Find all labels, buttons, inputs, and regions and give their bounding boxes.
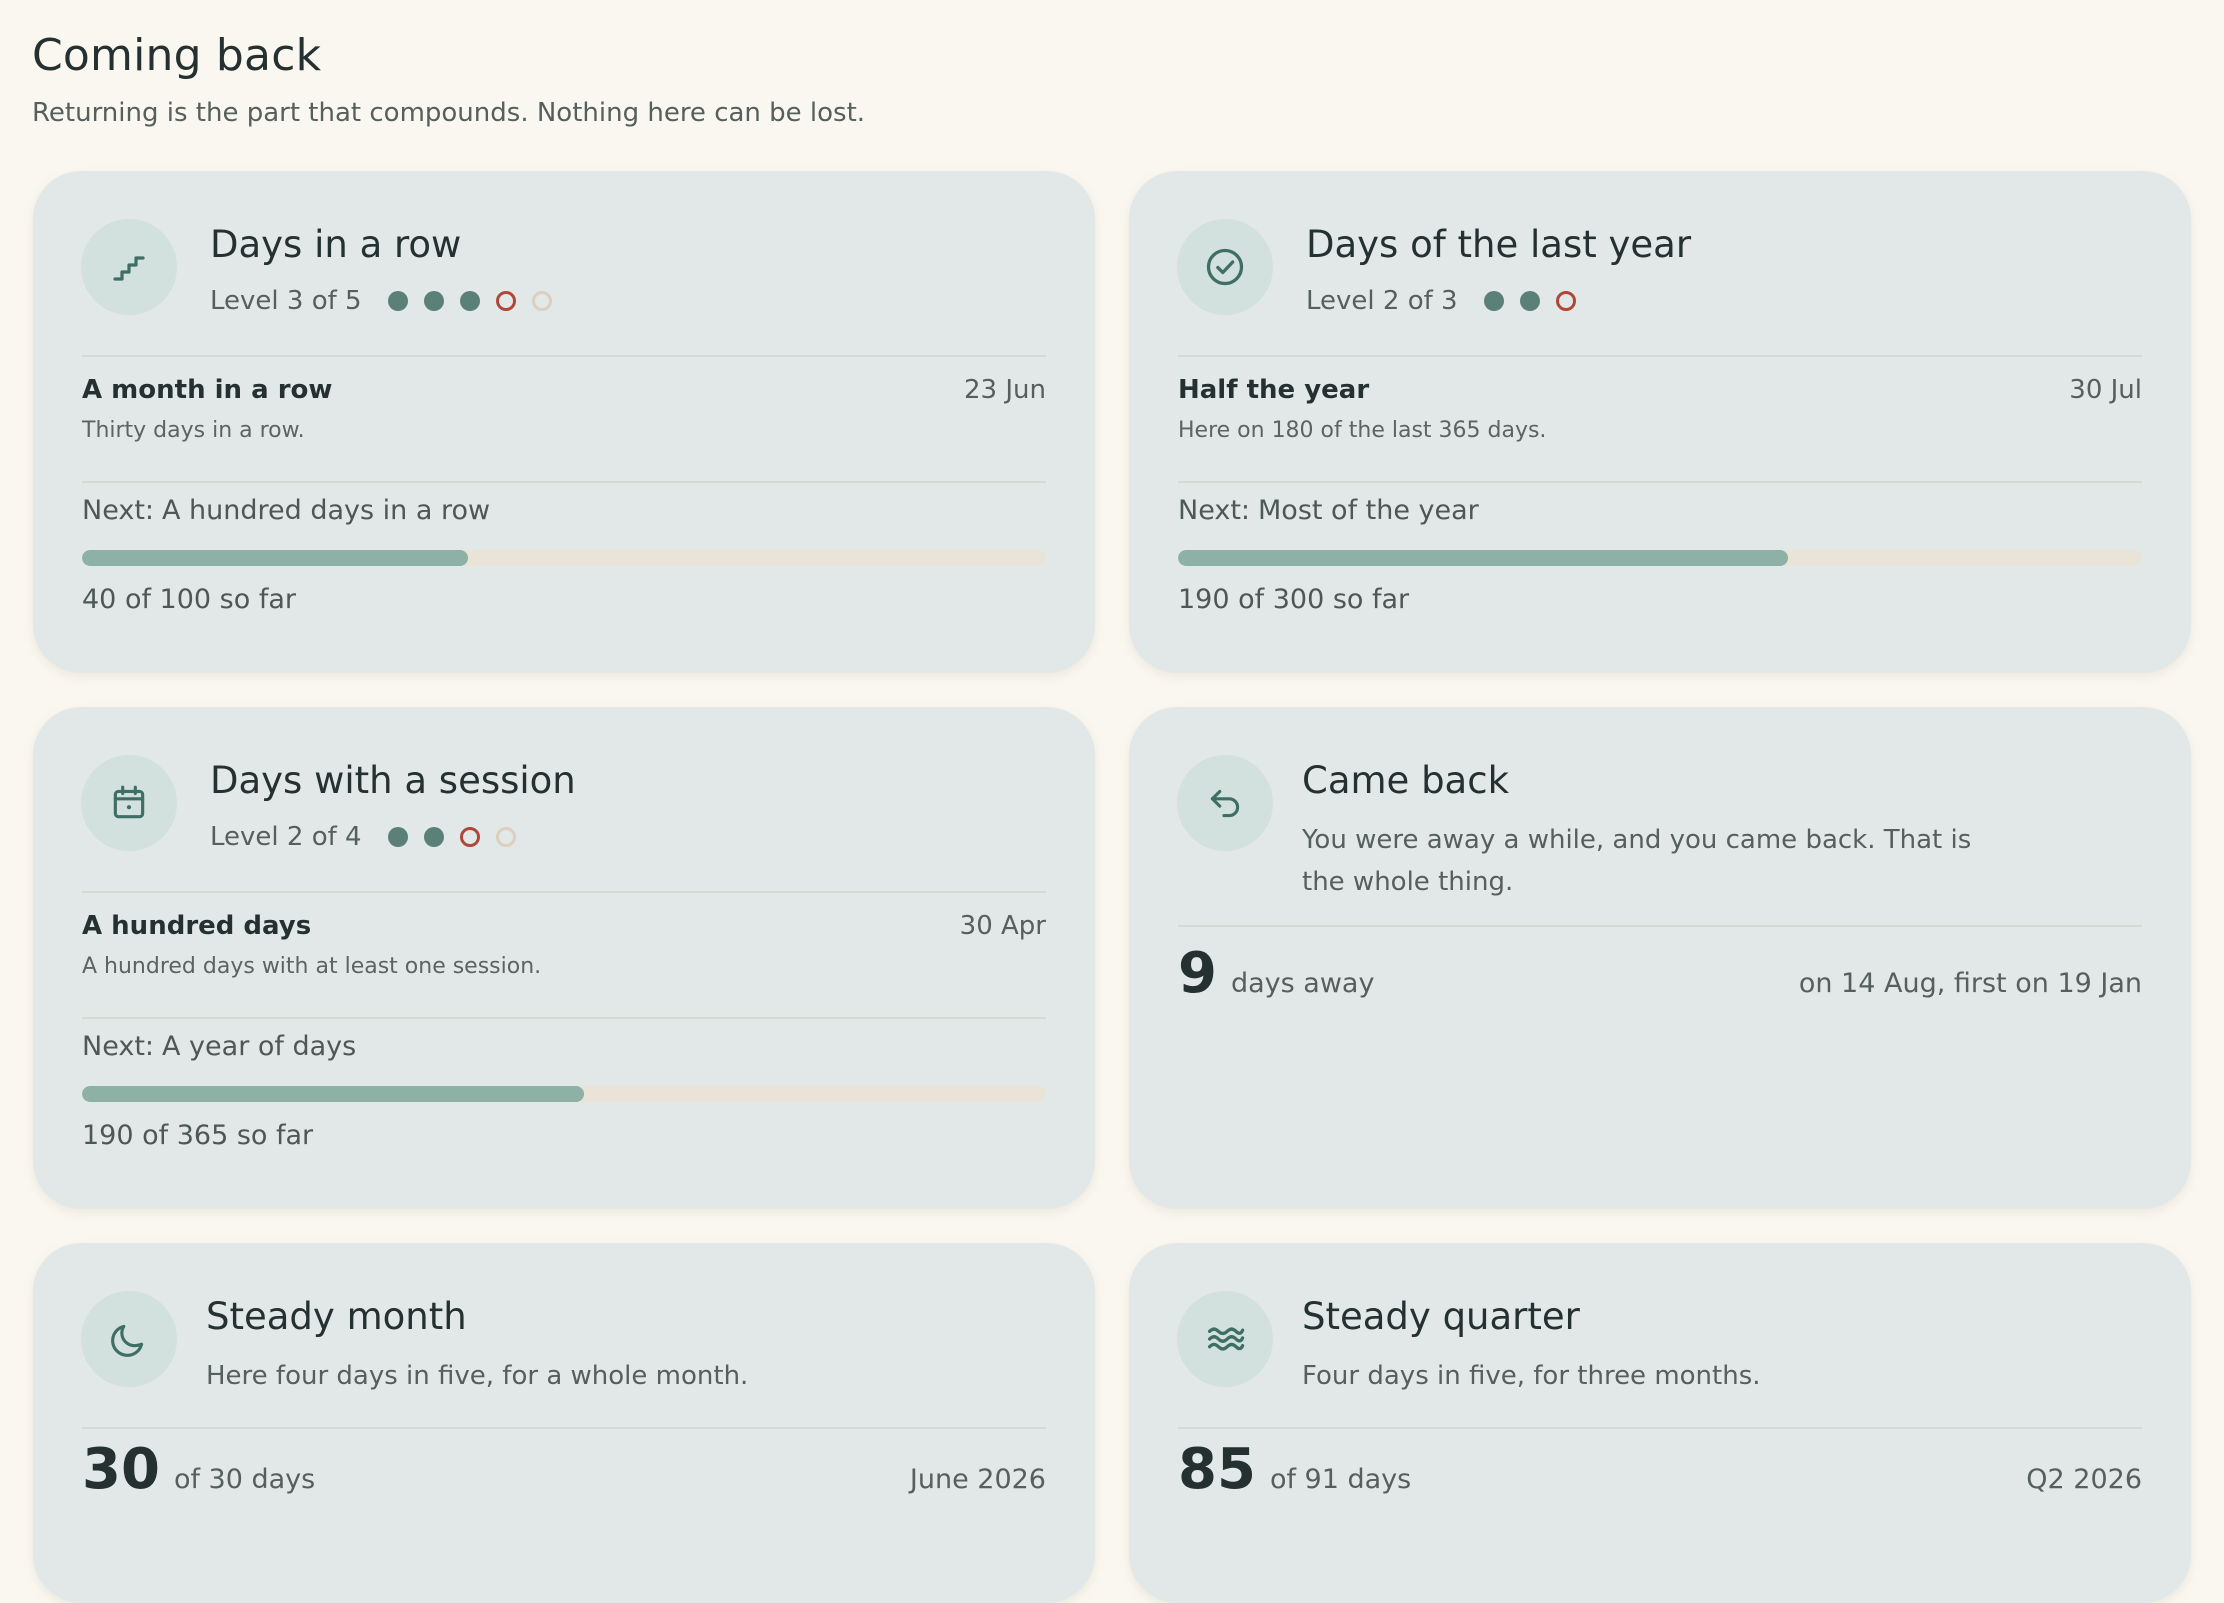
card-title: Days in a row xyxy=(210,223,462,266)
level-dots xyxy=(387,291,552,311)
stat-line: 30 of 30 days June 2026 xyxy=(82,1437,1046,1502)
stat-unit: of 30 days xyxy=(173,1464,316,1495)
achievement-description: Thirty days in a row. xyxy=(82,418,305,443)
level-dot-filled xyxy=(1519,291,1540,311)
divider xyxy=(82,891,1046,893)
progress-bar xyxy=(82,1086,1046,1102)
level-text: Level 2 of 4 xyxy=(210,822,362,852)
divider xyxy=(82,355,1046,357)
divider xyxy=(1178,1427,2142,1429)
card-description: Four days in five, for three months. xyxy=(1302,1361,1761,1391)
next-goal-prefix: Next: xyxy=(82,495,154,526)
achievement-date: 30 Jul xyxy=(2069,375,2142,405)
level-dot-current xyxy=(1555,291,1576,311)
next-goal-prefix: Next: xyxy=(82,1031,154,1062)
level-dot-current xyxy=(495,291,516,311)
level-dot-filled xyxy=(1483,291,1504,311)
stat-unit: of 91 days xyxy=(1269,1464,1412,1495)
card-steady-month: Steady month Here four days in five, for… xyxy=(33,1243,1095,1603)
stat-value: 30 xyxy=(82,1437,160,1502)
card-came-back: Came back You were away a while, and you… xyxy=(1129,707,2191,1209)
level-indicator: Level 3 of 5 xyxy=(210,286,552,316)
divider xyxy=(82,1427,1046,1429)
stat-line: 85 of 91 days Q2 2026 xyxy=(1178,1437,2142,1502)
achievement-name: A month in a row xyxy=(82,375,333,405)
moon-icon xyxy=(81,1291,177,1387)
next-goal: Next: Most of the year xyxy=(1178,495,1479,526)
card-title: Steady quarter xyxy=(1302,1295,1580,1338)
stat-value: 85 xyxy=(1178,1437,1256,1502)
return-arrow-icon xyxy=(1177,755,1273,851)
achievement-name: Half the year xyxy=(1178,375,1370,405)
stat-detail: June 2026 xyxy=(909,1464,1046,1495)
divider xyxy=(82,1017,1046,1019)
progress-bar-fill xyxy=(1178,550,1789,566)
divider xyxy=(1178,355,2142,357)
progress-label: 190 of 300 so far xyxy=(1178,584,1410,615)
card-description: Here four days in five, for a whole mont… xyxy=(206,1361,749,1391)
page-subtitle: Returning is the part that compounds. No… xyxy=(32,98,866,128)
progress-bar-fill xyxy=(82,1086,585,1102)
next-goal-name: A hundred days in a row xyxy=(162,495,491,526)
check-circle-icon xyxy=(1177,219,1273,315)
card-days-in-a-row: Days in a row Level 3 of 5 A month in a … xyxy=(33,171,1095,673)
stat-line: 9 days away on 14 Aug, first on 19 Jan xyxy=(1178,941,2142,1006)
progress-bar xyxy=(1178,550,2142,566)
progress-label: 40 of 100 so far xyxy=(82,584,296,615)
level-dots xyxy=(387,827,516,847)
card-title: Days with a session xyxy=(210,759,576,802)
level-dot-filled xyxy=(423,827,444,847)
stat-detail: on 14 Aug, first on 19 Jan xyxy=(1798,968,2142,999)
card-steady-quarter: Steady quarter Four days in five, for th… xyxy=(1129,1243,2191,1603)
card-title: Days of the last year xyxy=(1306,223,1692,266)
achievement-description: Here on 180 of the last 365 days. xyxy=(1178,418,1547,443)
calendar-icon xyxy=(81,755,177,851)
level-dot-empty xyxy=(495,827,516,847)
level-dot-current xyxy=(459,827,480,847)
level-dots xyxy=(1483,291,1576,311)
level-dot-filled xyxy=(423,291,444,311)
level-dot-empty xyxy=(531,291,552,311)
level-dot-filled xyxy=(387,827,408,847)
progress-bar-fill xyxy=(82,550,468,566)
page-title: Coming back xyxy=(32,30,322,81)
next-goal-prefix: Next: xyxy=(1178,495,1250,526)
stat-value: 9 xyxy=(1178,941,1217,1006)
achievement-name: A hundred days xyxy=(82,911,312,941)
card-description: You were away a while, and you came back… xyxy=(1302,825,1972,897)
progress-label: 190 of 365 so far xyxy=(82,1120,314,1151)
level-indicator: Level 2 of 4 xyxy=(210,822,516,852)
stat-detail: Q2 2026 xyxy=(2026,1464,2142,1495)
level-indicator: Level 2 of 3 xyxy=(1306,286,1576,316)
divider xyxy=(82,481,1046,483)
divider xyxy=(1178,925,2142,927)
card-days-of-the-last-year: Days of the last year Level 2 of 3 Half … xyxy=(1129,171,2191,673)
level-text: Level 2 of 3 xyxy=(1306,286,1458,316)
page: Coming back Returning is the part that c… xyxy=(0,0,2224,1603)
stairs-icon xyxy=(81,219,177,315)
level-dot-filled xyxy=(387,291,408,311)
level-text: Level 3 of 5 xyxy=(210,286,362,316)
card-days-with-a-session: Days with a session Level 2 of 4 A hundr… xyxy=(33,707,1095,1209)
achievement-date: 30 Apr xyxy=(959,911,1046,941)
progress-bar xyxy=(82,550,1046,566)
divider xyxy=(1178,481,2142,483)
card-title: Steady month xyxy=(206,1295,467,1338)
next-goal-name: A year of days xyxy=(162,1031,357,1062)
card-title: Came back xyxy=(1302,759,1510,802)
next-goal: Next: A hundred days in a row xyxy=(82,495,490,526)
stat-unit: days away xyxy=(1230,968,1375,999)
waves-icon xyxy=(1177,1291,1273,1387)
next-goal-name: Most of the year xyxy=(1258,495,1479,526)
achievement-description: A hundred days with at least one session… xyxy=(82,954,542,979)
achievement-date: 23 Jun xyxy=(964,375,1046,405)
level-dot-filled xyxy=(459,291,480,311)
next-goal: Next: A year of days xyxy=(82,1031,356,1062)
